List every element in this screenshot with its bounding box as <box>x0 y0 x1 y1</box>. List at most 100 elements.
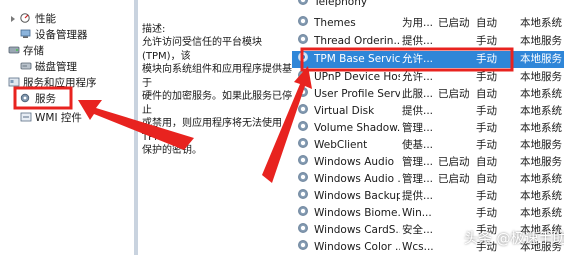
service-gear-icon <box>298 0 308 5</box>
service-logon-as: 本地服务 <box>520 53 562 65</box>
service-description: 为用... <box>402 17 434 29</box>
service-startup-type: 手动 <box>476 139 497 151</box>
disk-management-icon <box>20 61 32 71</box>
services-apps-icon <box>8 77 20 87</box>
service-logon-as: 本地服务 <box>520 139 562 151</box>
service-logon-as: 本地系统 <box>520 105 562 117</box>
performance-icon <box>20 13 32 23</box>
tree-item-label: 服务和应用程序 <box>23 77 97 89</box>
service-description: 管理... <box>402 173 434 185</box>
service-logon-as: 本地系统 <box>520 190 562 202</box>
description-line: 保护的密钥。 <box>142 145 202 156</box>
watermark-text: 头条 @极速手助 <box>464 231 564 247</box>
tree-item-label: 磁盘管理 <box>35 61 77 73</box>
description-line: 硬件的加密服务。如果此服务已停止 <box>142 91 292 116</box>
service-gear-icon <box>298 70 308 80</box>
service-name: Windows Color ... <box>314 241 400 253</box>
service-status: 已启动 <box>438 88 470 100</box>
service-gear-icon <box>298 155 308 165</box>
service-name: Windows Audio <box>314 156 395 168</box>
service-startup-type: 手动 <box>476 105 497 117</box>
service-name: TPM Base Servic... <box>314 53 400 65</box>
service-logon-as: 本地系统 <box>520 17 562 29</box>
service-name: Volume Shadow... <box>314 122 400 134</box>
service-logon-as: 本地服务 <box>520 35 562 47</box>
table-row[interactable]: Volume Shadow... 管理... 手动 本地系统 <box>292 120 564 137</box>
table-row[interactable]: Windows Audio ... 管理... 已启动 自动 本地系统 <box>292 171 564 188</box>
tree-item-services-and-applications[interactable]: 服务和应用程序 <box>8 76 97 90</box>
description-line: 或禁用，则应用程序将无法使用 TPM <box>142 118 282 143</box>
table-row[interactable]: Thread Orderin... 提供... 手动 本地服务 <box>292 33 564 50</box>
table-row[interactable]: Virtual Disk 提供... 手动 本地系统 <box>292 103 564 120</box>
storage-icon <box>8 45 20 55</box>
service-gear-icon <box>298 16 308 26</box>
service-name: Windows Audio ... <box>314 173 400 185</box>
table-row[interactable]: Windows Audio 管理... 已启动 自动 本地服务 <box>292 154 564 171</box>
services-icon <box>20 93 32 103</box>
service-description: 此服... <box>402 88 434 100</box>
table-row[interactable]: Windows Backup 提供... 手动 本地系统 <box>292 188 564 205</box>
service-startup-type: 手动 <box>476 35 497 47</box>
service-name: Telephony <box>314 0 368 8</box>
service-name: Virtual Disk <box>314 105 375 117</box>
service-description: 管理... <box>402 122 434 134</box>
service-gear-icon <box>298 121 308 131</box>
service-startup-type: 手动 <box>476 207 497 219</box>
table-row[interactable]: Windows Biome... Win... 手动 本地系统 <box>292 205 564 222</box>
service-logon-as: 本地服务 <box>520 156 562 168</box>
tree-item-disk-management[interactable]: 磁盘管理 <box>20 60 77 74</box>
device-manager-icon <box>20 29 32 39</box>
service-startup-type: 手动 <box>476 71 497 83</box>
service-description: 提供... <box>402 190 434 202</box>
service-name: Windows Biome... <box>314 207 400 219</box>
tree-item-services[interactable]: 服务 <box>20 92 56 106</box>
service-gear-icon <box>298 206 308 216</box>
service-name: User Profile Serv... <box>314 88 400 100</box>
service-startup-type: 自动 <box>476 156 497 168</box>
service-status: 已启动 <box>438 173 470 185</box>
service-description: 提供... <box>402 35 434 47</box>
expand-arrow-icon[interactable] <box>11 16 15 22</box>
service-startup-type: 自动 <box>476 88 497 100</box>
service-logon-as: 本地服务 <box>520 71 562 83</box>
service-description: Win... <box>402 207 432 219</box>
tree-item-performance[interactable]: 性能 <box>20 12 56 26</box>
service-description: 安全... <box>402 224 434 236</box>
service-gear-icon <box>298 104 308 114</box>
service-startup-type: 手动 <box>476 190 497 202</box>
table-row[interactable]: UPnP Device Host 允许... 手动 本地服务 <box>292 69 564 86</box>
service-gear-icon <box>298 172 308 182</box>
service-gear-icon <box>298 34 308 44</box>
tree-item-device-manager[interactable]: 设备管理器 <box>20 28 88 42</box>
service-gear-icon <box>298 240 308 250</box>
table-row[interactable]: Telephony <box>292 0 564 11</box>
service-logon-as: 本地系统 <box>520 88 562 100</box>
tree-item-storage[interactable]: 存储 <box>8 44 44 58</box>
service-gear-icon <box>298 52 308 62</box>
table-row[interactable]: User Profile Serv... 此服... 已启动 自动 本地系统 <box>292 86 564 103</box>
service-startup-type: 自动 <box>476 17 497 29</box>
description-label: 描述: <box>142 24 166 35</box>
service-startup-type: 自动 <box>476 173 497 185</box>
tree-item-label: 存储 <box>23 45 44 57</box>
service-description: 允许... <box>402 53 434 65</box>
service-description: 使基... <box>402 139 434 151</box>
service-name: Windows Backup <box>314 190 400 202</box>
description-text: 允许访问受信任的平台模块(TPM)，该 模块向系统组件和应用程序提供基于 硬件的… <box>142 36 292 158</box>
tree-item-wmi-control[interactable]: WMI 控件 <box>20 111 82 125</box>
service-name: Themes <box>314 17 356 29</box>
service-logon-as: 本地系统 <box>520 122 562 134</box>
table-row[interactable]: Themes 为用... 已启动 自动 本地系统 <box>292 15 564 32</box>
service-description: 允许... <box>402 71 434 83</box>
service-description: 提供... <box>402 105 434 117</box>
service-gear-icon <box>298 223 308 233</box>
table-row-selected[interactable]: TPM Base Servic... 允许... 手动 本地服务 <box>292 51 564 68</box>
service-gear-icon <box>298 87 308 97</box>
description-pane: 描述: 允许访问受信任的平台模块(TPM)，该 模块向系统组件和应用程序提供基于… <box>138 0 292 255</box>
service-name: UPnP Device Host <box>314 71 400 83</box>
service-gear-icon <box>298 189 308 199</box>
service-logon-as: 本地系统 <box>520 173 562 185</box>
service-logon-as: 本地系统 <box>520 207 562 219</box>
table-row[interactable]: WebClient 使基... 手动 本地服务 <box>292 137 564 154</box>
service-description: 管理... <box>402 156 434 168</box>
